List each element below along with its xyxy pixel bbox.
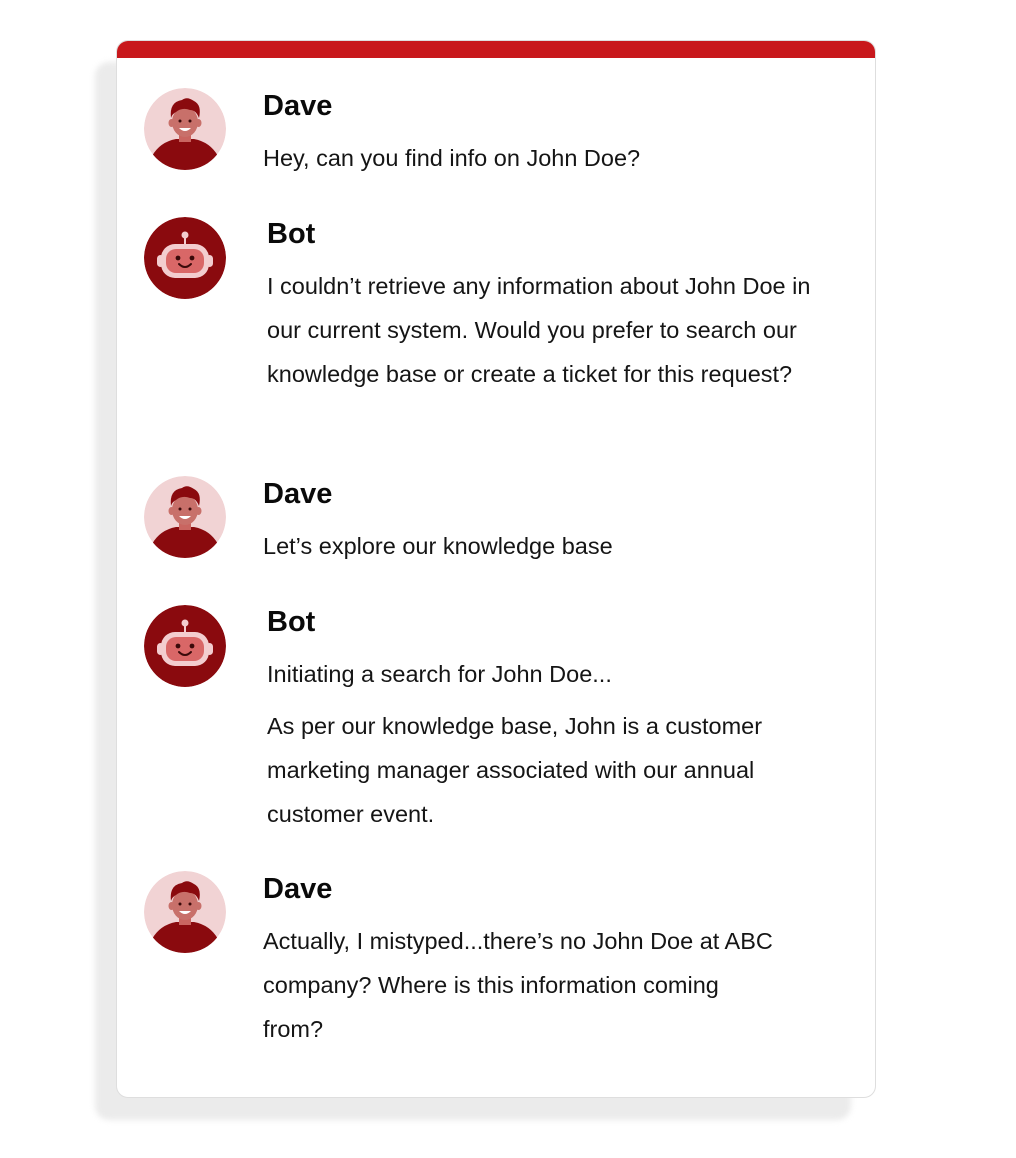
chat-card: Dave Hey, can you find info on John Doe?… (116, 40, 876, 1098)
person-avatar-icon (144, 476, 226, 558)
accent-bar (117, 41, 875, 58)
message-text: Hey, can you find info on John Doe? (263, 145, 641, 171)
message-text: Let’s explore our knowledge base (263, 533, 613, 559)
message-text: As per our knowledge base, John is a cus… (267, 713, 763, 827)
person-avatar-icon (144, 871, 226, 953)
message-text: I couldn’t retrieve any information abou… (267, 273, 811, 387)
sender-name: Dave (263, 478, 333, 510)
message-text: Initiating a search for John Doe... (267, 661, 612, 687)
sender-name: Dave (263, 90, 333, 122)
person-avatar-icon (144, 88, 226, 170)
sender-name: Dave (263, 873, 333, 905)
sender-name: Bot (267, 218, 316, 250)
robot-avatar-icon (144, 605, 226, 687)
robot-avatar-icon (144, 217, 226, 299)
message-text: Actually, I mistyped...there’s no John D… (263, 928, 773, 1042)
sender-name: Bot (267, 606, 316, 638)
